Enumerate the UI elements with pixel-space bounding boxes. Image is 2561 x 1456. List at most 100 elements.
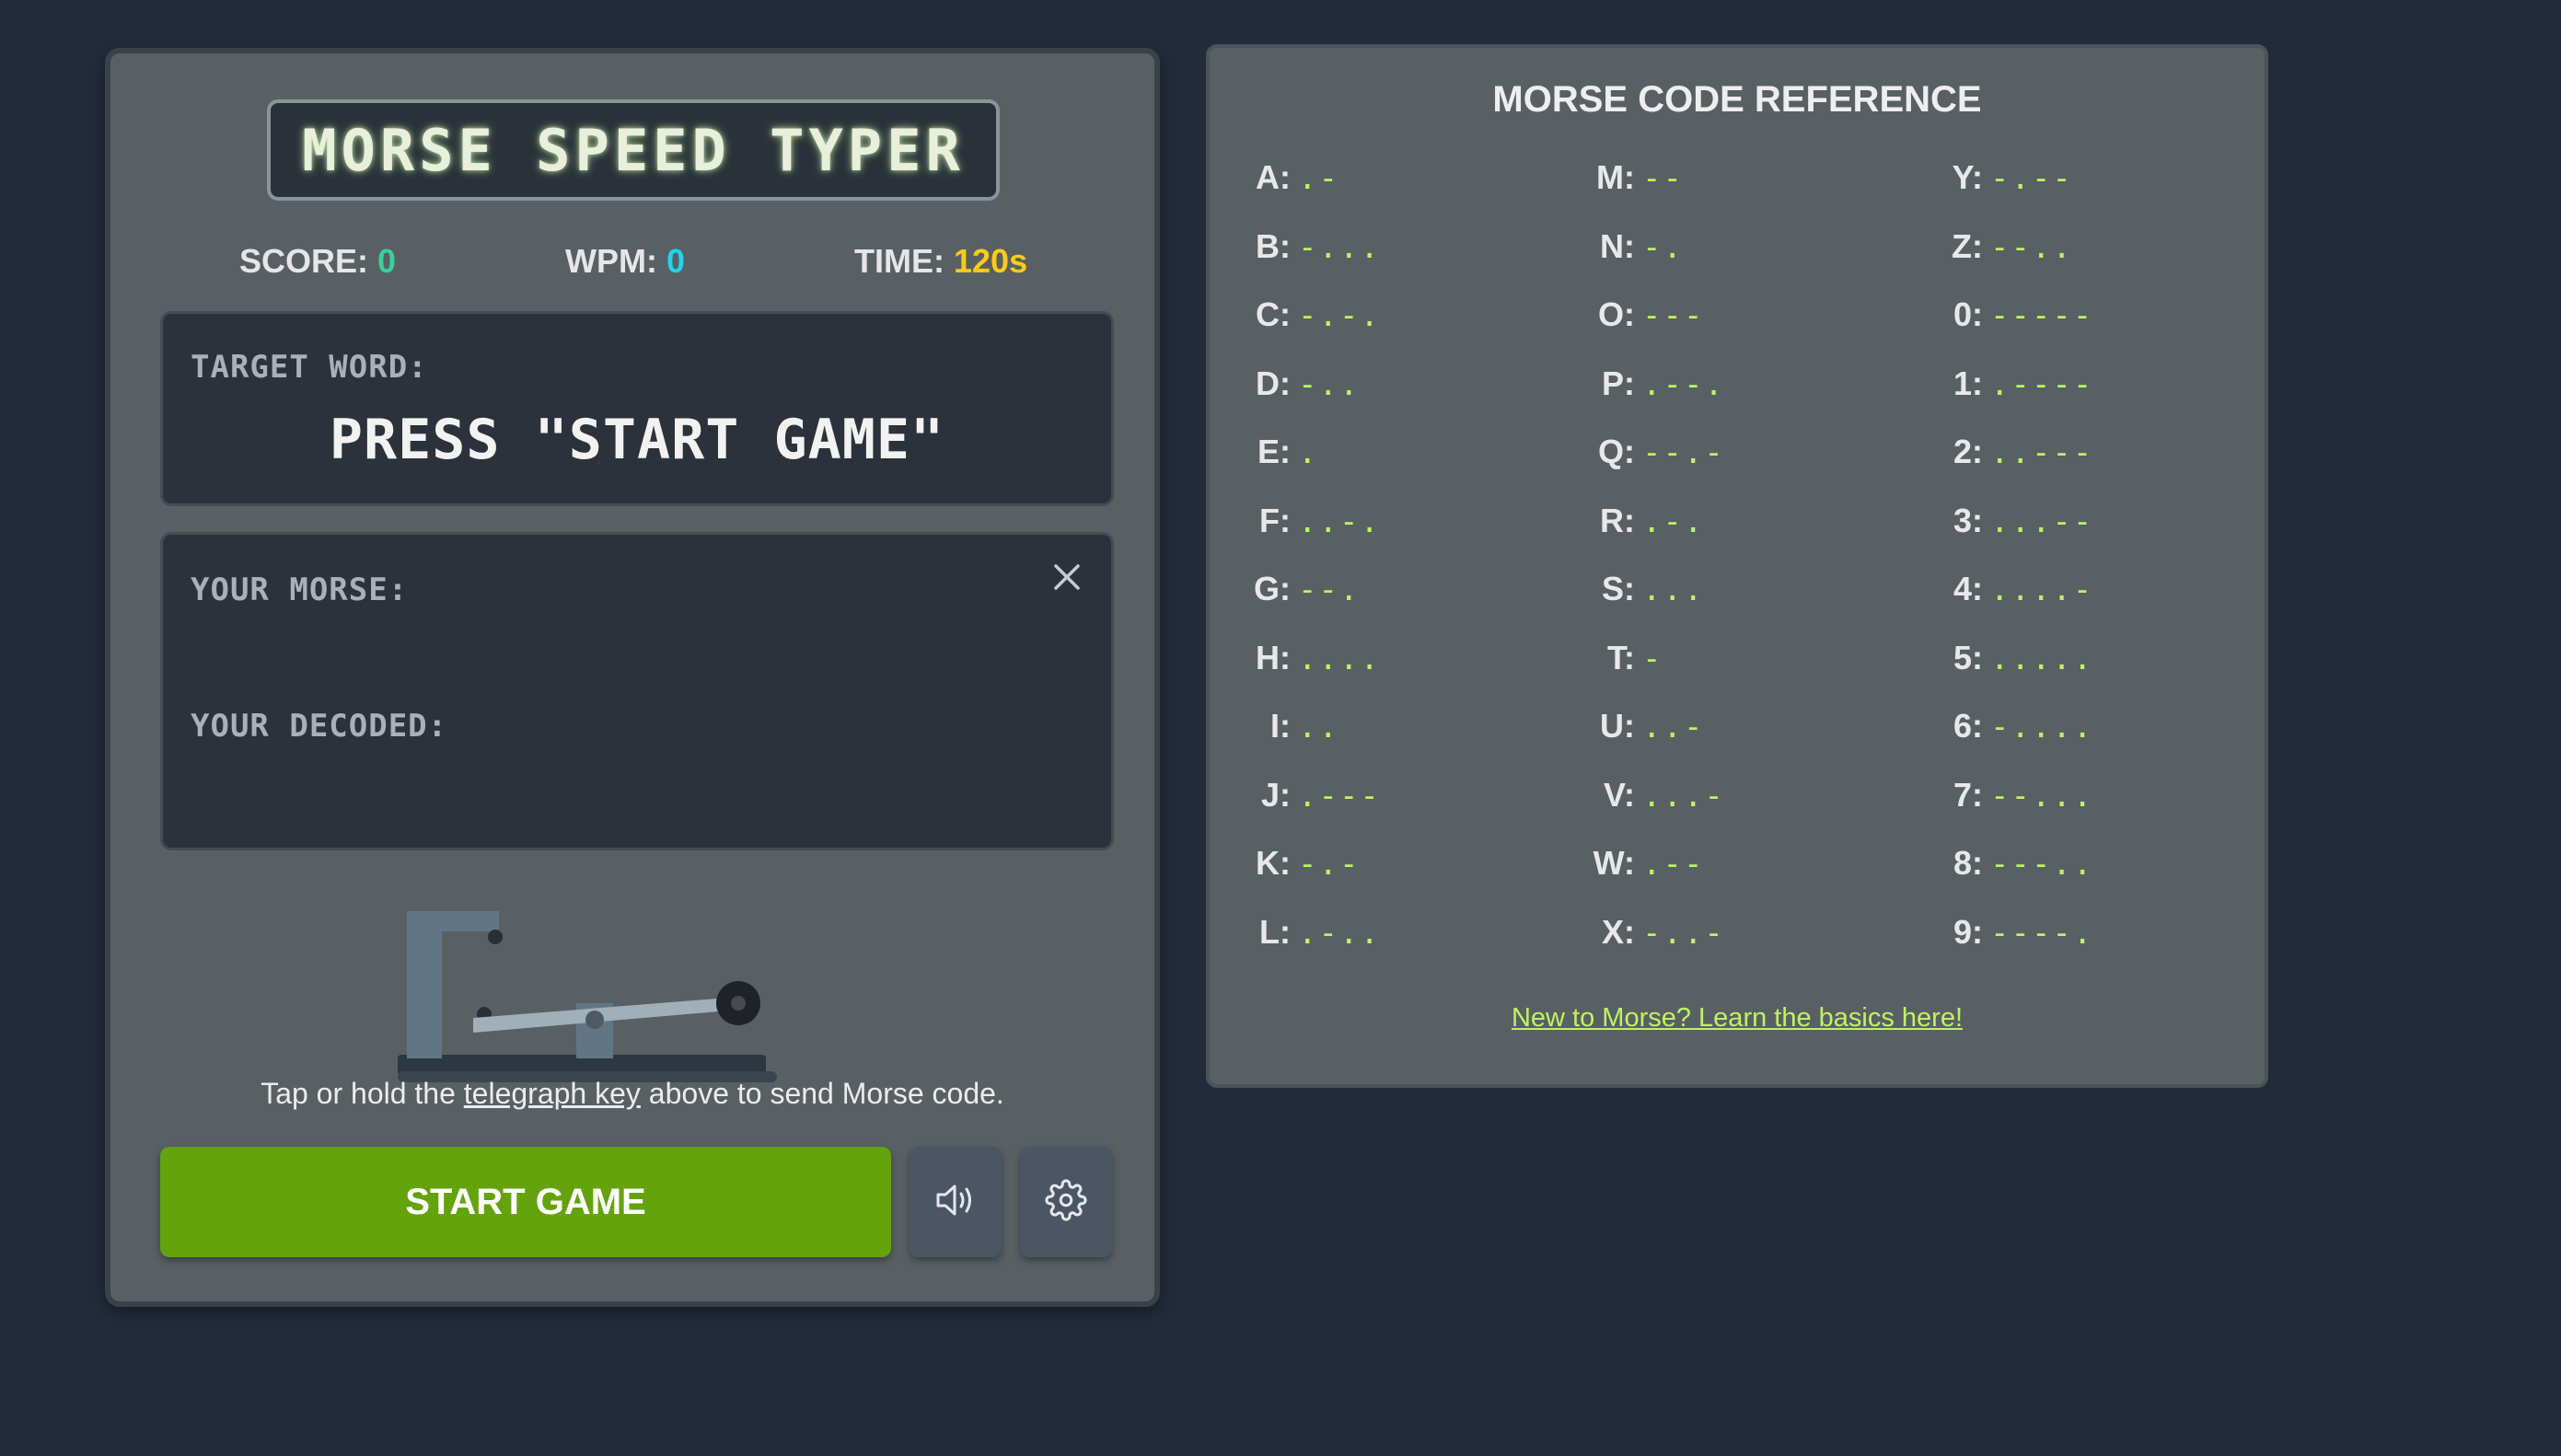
score-stat: SCORE: 0: [239, 242, 396, 281]
reference-item: C: -.-.: [1246, 295, 1381, 341]
reference-letter: Z:: [1952, 226, 1983, 265]
reference-item: 6: -....: [1939, 707, 2093, 753]
reference-letter: 6:: [1953, 707, 1983, 745]
settings-button[interactable]: [1020, 1147, 1112, 1257]
reference-letter: H:: [1256, 638, 1291, 676]
learn-basics-link[interactable]: New to Morse? Learn the basics here!: [1210, 1003, 2265, 1034]
reference-letter: 8:: [1953, 844, 1983, 882]
your-morse-label: YOUR MORSE:: [191, 572, 409, 608]
reference-code: -.-.: [1298, 297, 1381, 334]
reference-letter: S:: [1602, 570, 1635, 607]
reference-letter: Y:: [1952, 158, 1983, 196]
reference-letter: P:: [1602, 364, 1635, 402]
reference-title: MORSE CODE REFERENCE: [1492, 79, 1982, 120]
reference-letter: A:: [1256, 158, 1291, 196]
reference-item: W: .--: [1591, 844, 1704, 890]
reference-item: U: ..-: [1591, 707, 1704, 753]
time-label: TIME:: [854, 242, 944, 280]
reference-item: T: -: [1591, 639, 1663, 685]
reference-item: P: .--.: [1591, 364, 1725, 410]
reference-letter: X:: [1602, 912, 1635, 951]
reference-item: 0: -----: [1939, 295, 2093, 341]
speaker-icon: [933, 1177, 979, 1228]
wpm-stat: WPM: 0: [565, 242, 685, 281]
wpm-label: WPM:: [565, 242, 657, 280]
reference-code: ...-: [1642, 777, 1725, 815]
reference-letter: 9:: [1953, 912, 1983, 951]
reference-item: L: .-..: [1246, 913, 1381, 959]
game-title: MORSE SPEED TYPER: [302, 116, 965, 184]
target-word-box: TARGET WORD: PRESS "START GAME": [160, 311, 1114, 506]
reference-panel: MORSE CODE REFERENCE A: .- B: -... C: -.-. D: -…: [1206, 44, 2268, 1088]
reference-item: E:.: [1246, 433, 1318, 479]
reference-item: 2: ..---: [1939, 433, 2093, 479]
reference-letter: F:: [1259, 501, 1291, 539]
reference-letter: 5:: [1953, 638, 1983, 676]
reference-code: ..---: [1990, 434, 2094, 471]
reference-code: --: [1642, 160, 1684, 197]
reference-letter: 3:: [1953, 501, 1983, 539]
reference-code: ..: [1298, 709, 1339, 745]
reference-code: -----: [1990, 297, 2094, 334]
reference-item: H:....: [1246, 639, 1381, 685]
reference-letter: 2:: [1953, 433, 1983, 470]
reference-letter: N:: [1600, 226, 1635, 265]
sound-button[interactable]: [910, 1147, 1002, 1257]
reference-item: K: -.-: [1246, 844, 1360, 890]
reference-item: J: .---: [1246, 776, 1381, 822]
reference-letter: B:: [1256, 226, 1291, 265]
score-value: 0: [377, 242, 397, 280]
reference-code: -..-: [1642, 914, 1725, 952]
reference-code: ...: [1642, 572, 1705, 608]
reference-letter: M:: [1596, 158, 1635, 196]
reference-letter: I:: [1270, 707, 1291, 745]
reference-item: N: -.: [1591, 227, 1684, 273]
reference-letter: O:: [1598, 295, 1635, 333]
reference-item: B: -...: [1246, 227, 1381, 273]
reference-code: ..-: [1642, 709, 1705, 745]
reference-code: -.--: [1990, 160, 2073, 197]
input-box: YOUR MORSE: YOUR DECODED:: [160, 532, 1114, 850]
wpm-value: 0: [666, 242, 686, 280]
reference-letter: W:: [1593, 844, 1635, 882]
instruction-text: Tap or hold the telegraph key above to s…: [110, 1077, 1154, 1111]
reference-letter: C:: [1256, 295, 1291, 333]
reference-code: .-.: [1642, 503, 1705, 540]
reference-item: 9: ----.: [1939, 913, 2093, 959]
reference-item: V: ...-: [1591, 776, 1725, 822]
reference-item: 4: ....-: [1939, 570, 2093, 616]
target-word: PRESS "START GAME": [329, 408, 945, 472]
title-box: MORSE SPEED TYPER: [267, 99, 1000, 201]
instruction-before: Tap or hold the: [261, 1077, 464, 1110]
your-decoded-label: YOUR DECODED:: [191, 708, 448, 745]
target-word-label: TARGET WORD:: [191, 349, 428, 386]
reference-item: O: ---: [1591, 295, 1704, 341]
reference-letter: 7:: [1953, 775, 1983, 814]
reference-code: --...: [1990, 777, 2094, 815]
reference-item: 7: --...: [1939, 776, 2093, 822]
reference-item: I:..: [1246, 707, 1339, 753]
reference-item: Q: --.-: [1591, 433, 1725, 479]
reference-letter: L:: [1259, 912, 1291, 951]
start-game-button[interactable]: START GAME: [160, 1147, 891, 1257]
reference-item: G: --.: [1246, 570, 1360, 616]
telegraph-key-icon[interactable]: [398, 889, 784, 1101]
reference-code: -....: [1990, 709, 2094, 745]
reference-item: X: -..-: [1591, 913, 1725, 959]
reference-letter: E:: [1257, 433, 1291, 470]
reference-code: --..: [1990, 228, 2073, 266]
reference-code: ....-: [1990, 572, 2094, 608]
reference-code: --.: [1298, 572, 1361, 608]
reference-letter: U:: [1600, 707, 1635, 745]
close-icon[interactable]: [1050, 560, 1084, 594]
reference-code: .-: [1298, 160, 1339, 197]
reference-code: -...: [1298, 228, 1381, 266]
reference-code: ----.: [1990, 914, 2094, 952]
reference-letter: V:: [1603, 775, 1635, 814]
reference-code: .: [1298, 434, 1319, 471]
reference-item: Y: -.--: [1939, 158, 2073, 204]
reference-code: ....: [1298, 640, 1381, 677]
reference-letter: D:: [1256, 364, 1291, 402]
telegraph-key-link[interactable]: telegraph key: [464, 1077, 641, 1110]
instruction-after: above to send Morse code.: [640, 1077, 1004, 1110]
